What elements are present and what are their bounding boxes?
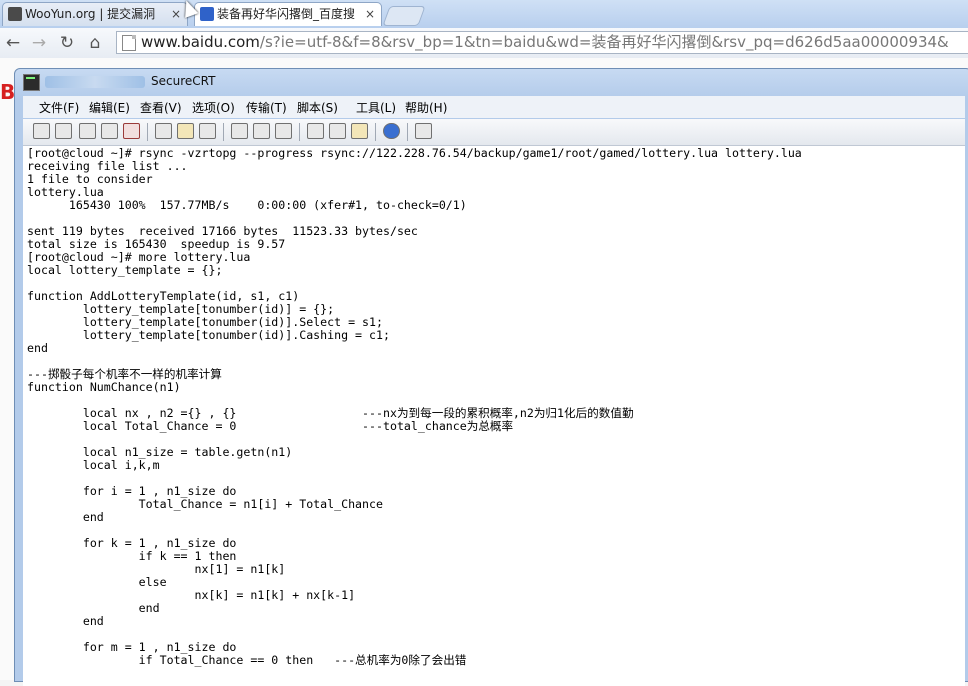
url-host: www.baidu.com xyxy=(141,33,260,51)
menu-file[interactable]: 文件(F) xyxy=(39,99,79,116)
help-icon[interactable] xyxy=(383,123,400,139)
page-icon xyxy=(122,35,136,51)
new-tab-button[interactable] xyxy=(382,6,426,26)
terminal-line: 165430 100% 157.77MB/s 0:00:00 (xfer#1, … xyxy=(27,198,467,212)
baidu-paw-favicon-icon xyxy=(200,7,214,21)
global-options-icon[interactable] xyxy=(329,123,346,139)
toolbar-separator xyxy=(223,123,224,141)
menu-bar: 文件(F) 编辑(E) 查看(V) 选项(O) 传输(T) 脚本(S) 工具(L… xyxy=(23,96,965,118)
session-options-icon[interactable] xyxy=(307,123,324,139)
terminal-line: end xyxy=(27,601,160,615)
menu-view[interactable]: 查看(V) xyxy=(140,99,182,116)
toolbar-separator xyxy=(299,123,300,141)
find-icon[interactable] xyxy=(199,123,216,139)
wooyun-favicon-icon xyxy=(8,7,22,21)
securecrt-window: SecureCRT 文件(F) 编辑(E) 查看(V) 选项(O) 传输(T) … xyxy=(14,68,968,686)
quick-connect-icon[interactable] xyxy=(55,123,72,139)
url-path: /s?ie=utf-8&f=8&rsv_bp=1&tn=baidu&wd=装备再… xyxy=(259,33,949,51)
window-title: SecureCRT xyxy=(151,74,216,88)
home-icon[interactable]: ⌂ xyxy=(84,32,106,54)
terminal-line: receiving file list ... xyxy=(27,159,188,173)
terminal-line: local i,k,m xyxy=(27,458,160,472)
terminal-line: end xyxy=(27,510,104,524)
menu-transfer[interactable]: 传输(T) xyxy=(246,99,287,116)
browser-nav-bar: ← → ↻ ⌂ www.baidu.com/s?ie=utf-8&f=8&rsv… xyxy=(0,28,968,59)
terminal-line: local lottery_template = {}; xyxy=(27,263,223,277)
terminal-line: end xyxy=(27,614,104,628)
blurred-hostname xyxy=(45,76,145,88)
window-title-bar[interactable]: SecureCRT xyxy=(15,69,968,95)
terminal-line: local Total_Chance = 0 ---total_chance为总… xyxy=(27,419,514,433)
menu-options[interactable]: 选项(O) xyxy=(192,99,235,116)
terminal-line: Total_Chance = n1[i] + Total_Chance xyxy=(27,497,383,511)
copy-icon[interactable] xyxy=(155,123,172,139)
terminal-line: nx[k] = n1[k] + nx[k-1] xyxy=(27,588,356,602)
disconnect-icon[interactable] xyxy=(123,123,140,139)
address-bar[interactable]: www.baidu.com/s?ie=utf-8&f=8&rsv_bp=1&tn… xyxy=(116,31,968,54)
back-arrow-icon[interactable]: ← xyxy=(2,32,24,54)
close-icon[interactable]: × xyxy=(365,3,375,25)
sftp-icon[interactable] xyxy=(415,123,432,139)
toolbar-separator xyxy=(147,123,148,141)
terminal-line: 1 file to consider xyxy=(27,172,153,186)
securecrt-app-icon xyxy=(23,74,40,91)
menu-edit[interactable]: 编辑(E) xyxy=(89,99,130,116)
keymap-icon[interactable] xyxy=(351,123,368,139)
toolbar-separator xyxy=(407,123,408,141)
terminal-line: function NumChance(n1) xyxy=(27,380,181,394)
reload-icon[interactable]: ↻ xyxy=(56,32,78,54)
menu-help[interactable]: 帮助(H) xyxy=(405,99,447,116)
terminal-text: [root@cloud ~]# rsync -vzrtopg --progres… xyxy=(23,146,965,667)
toolbar xyxy=(23,119,965,146)
tab-baidu-search[interactable]: 装备再好华闪撂倒_百度搜 × xyxy=(194,2,382,26)
terminal-line: lottery_template[tonumber(id)].Cashing =… xyxy=(27,328,390,342)
tab-wooyun[interactable]: WooYun.org | 提交漏洞 × xyxy=(2,2,188,26)
print-icon[interactable] xyxy=(275,123,292,139)
connect-in-tab-icon[interactable] xyxy=(79,123,96,139)
forward-arrow-icon[interactable]: → xyxy=(28,32,50,54)
close-icon[interactable]: × xyxy=(171,3,181,25)
menu-tools[interactable]: 工具(L) xyxy=(356,99,396,116)
menu-script[interactable]: 脚本(S) xyxy=(297,99,338,116)
connect-icon[interactable] xyxy=(33,123,50,139)
tab-wooyun-label: WooYun.org | 提交漏洞 xyxy=(25,7,156,21)
reconnect-icon[interactable] xyxy=(101,123,118,139)
terminal-line: nx[1] = n1[k] xyxy=(27,562,286,576)
baidu-logo: B xyxy=(0,80,16,104)
terminal-line: end xyxy=(27,341,48,355)
terminal-output[interactable]: [root@cloud ~]# rsync -vzrtopg --progres… xyxy=(23,146,965,686)
toolbar-separator xyxy=(375,123,376,141)
print-screen-icon[interactable] xyxy=(231,123,248,139)
print-selection-icon[interactable] xyxy=(253,123,270,139)
tab-baidu-label: 装备再好华闪撂倒_百度搜 xyxy=(217,7,356,21)
paste-icon[interactable] xyxy=(177,123,194,139)
browser-tab-strip: WooYun.org | 提交漏洞 × 装备再好华闪撂倒_百度搜 × xyxy=(0,0,968,28)
terminal-line: if Total_Chance == 0 then ---总机率为0除了会出错 xyxy=(27,653,467,667)
terminal-line: local n1_size = table.getn(n1) xyxy=(27,445,293,459)
